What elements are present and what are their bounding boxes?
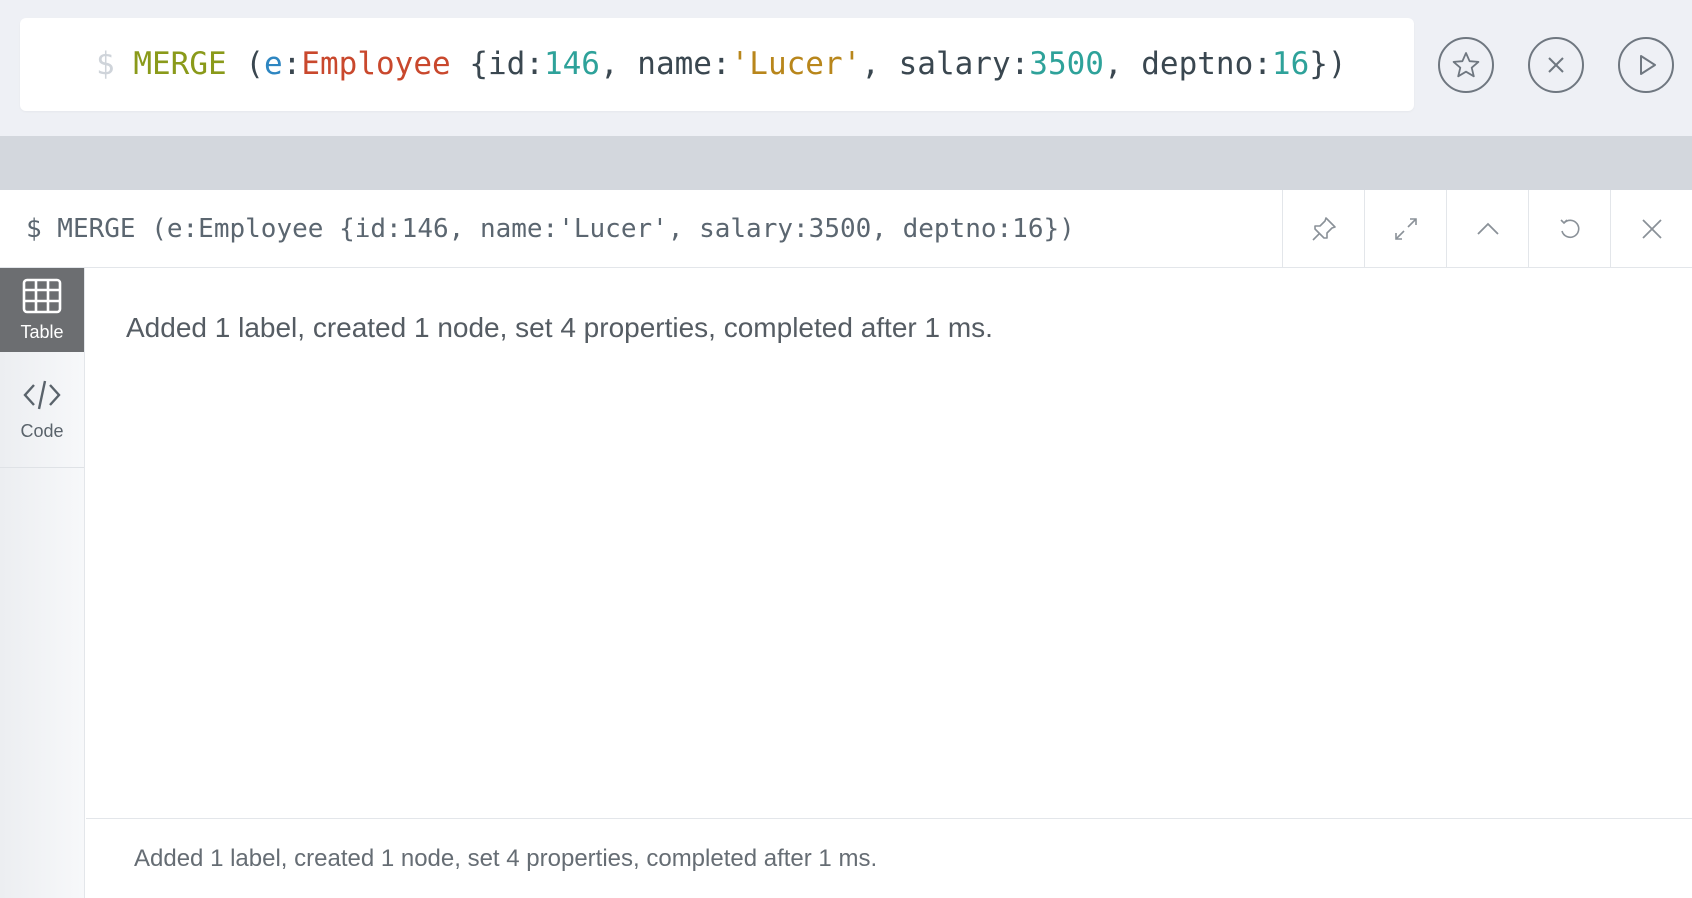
favorite-button[interactable] <box>1438 37 1494 93</box>
result-body: Added 1 label, created 1 node, set 4 pro… <box>86 268 1692 818</box>
collapse-button[interactable] <box>1446 190 1528 268</box>
query-editor-code[interactable]: $ MERGE (e:Employee {id:146, name:'Lucer… <box>96 18 1347 111</box>
query-token: MERGE <box>133 46 227 82</box>
tab-table[interactable]: Table <box>0 268 84 352</box>
query-token: 'Lucer' <box>730 46 862 82</box>
star-icon <box>1452 52 1480 78</box>
close-circle-icon <box>1548 57 1564 73</box>
editor-band: $ MERGE (e:Employee {id:146, name:'Lucer… <box>0 0 1692 136</box>
frame-status-bar: Added 1 label, created 1 node, set 4 pro… <box>86 818 1692 898</box>
pin-button[interactable] <box>1282 190 1364 268</box>
close-frame-button[interactable] <box>1610 190 1692 268</box>
chevron-up-icon <box>1476 222 1499 235</box>
query-token: ( <box>226 46 264 82</box>
frame-view-tabs: Table Code <box>0 268 85 898</box>
table-icon <box>22 278 62 313</box>
clear-button[interactable] <box>1528 37 1584 93</box>
query-token: , name: <box>599 46 731 82</box>
query-token: e <box>264 46 283 82</box>
refresh-icon <box>1559 219 1579 239</box>
expand-icon <box>1394 218 1417 240</box>
status-message: Added 1 label, created 1 node, set 4 pro… <box>134 845 878 872</box>
tab-table-label: Table <box>20 321 64 342</box>
query-tokens: MERGE (e:Employee {id:146, name:'Lucer',… <box>133 46 1346 82</box>
editor-prompt: $ <box>96 46 115 82</box>
play-icon <box>1640 55 1656 75</box>
query-token: {id: <box>450 46 544 82</box>
frame-title[interactable]: $ MERGE (e:Employee {id:146, name:'Lucer… <box>26 190 1075 268</box>
fullscreen-button[interactable] <box>1364 190 1446 268</box>
pin-icon <box>1311 217 1336 241</box>
query-token: }) <box>1309 46 1347 82</box>
result-frame-header: $ MERGE (e:Employee {id:146, name:'Lucer… <box>0 190 1692 268</box>
close-icon <box>1641 219 1662 239</box>
run-button[interactable] <box>1618 37 1674 93</box>
query-token: 146 <box>543 46 600 82</box>
frame-stack-divider <box>0 136 1692 190</box>
query-token: 16 <box>1271 46 1310 82</box>
query-token: 3500 <box>1029 46 1104 82</box>
tab-code[interactable]: Code <box>0 352 84 468</box>
code-icon <box>23 380 61 410</box>
query-token: Employee <box>301 46 451 82</box>
query-token: : <box>282 46 302 82</box>
tab-code-label: Code <box>20 421 64 441</box>
query-token: , salary: <box>861 46 1030 82</box>
result-message: Added 1 label, created 1 node, set 4 pro… <box>126 312 993 343</box>
rerun-button[interactable] <box>1528 190 1610 268</box>
frame-actions <box>1282 190 1692 268</box>
query-token: , deptno: <box>1103 46 1272 82</box>
query-editor[interactable]: $ MERGE (e:Employee {id:146, name:'Lucer… <box>20 18 1414 111</box>
